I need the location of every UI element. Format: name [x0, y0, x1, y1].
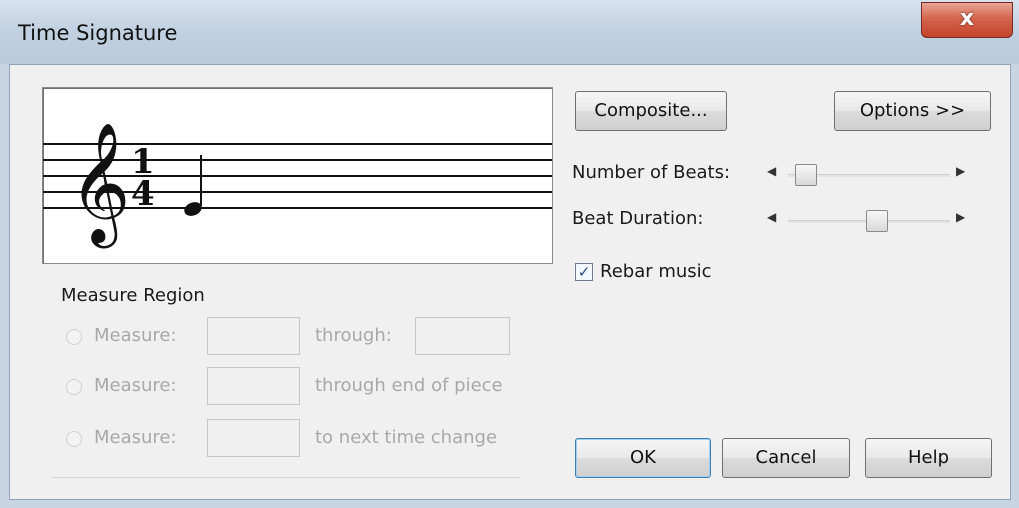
measure-suffix-1: through: [315, 325, 392, 346]
window-title: Time Signature [18, 21, 178, 45]
ok-button-label: OK [630, 447, 656, 468]
close-button[interactable]: x [921, 2, 1013, 38]
title-bar: Time Signature x [0, 0, 1019, 64]
measure-region-title: Measure Region [61, 285, 205, 306]
rebar-music-checkbox[interactable]: ✓ [575, 263, 593, 281]
measure-radio-3[interactable] [66, 431, 82, 447]
dialog-body: 𝄞 1 4 Composite... Options >> Number of … [9, 64, 1011, 500]
time-signature-preview: 𝄞 1 4 [42, 87, 553, 264]
cancel-button-label: Cancel [755, 447, 817, 468]
quarter-note-icon [184, 155, 202, 216]
composite-button-label: Composite... [594, 100, 708, 121]
duration-slider-thumb[interactable] [866, 210, 888, 232]
options-button[interactable]: Options >> [834, 91, 991, 131]
beat-duration-label: Beat Duration: [572, 208, 704, 229]
treble-clef-icon: 𝄞 [69, 121, 130, 248]
measure-label-2: Measure: [94, 375, 177, 396]
measure-radio-1[interactable] [66, 329, 82, 345]
ok-button[interactable]: OK [575, 438, 711, 478]
measure-region-separator [52, 477, 520, 478]
cancel-button[interactable]: Cancel [722, 438, 850, 478]
rebar-music-label[interactable]: Rebar music [600, 261, 712, 282]
measure-radio-2[interactable] [66, 379, 82, 395]
options-button-label: Options >> [859, 100, 966, 121]
measure-label-3: Measure: [94, 427, 177, 448]
measure-from-field-2[interactable] [207, 367, 300, 405]
measure-suffix-3: to next time change [315, 427, 498, 448]
help-button[interactable]: Help [865, 438, 992, 478]
measure-from-field-3[interactable] [207, 419, 300, 457]
duration-left-arrow-icon[interactable]: ◀ [767, 210, 776, 224]
measure-suffix-2: through end of piece [315, 375, 503, 396]
duration-right-arrow-icon[interactable]: ▶ [956, 210, 965, 224]
staff-svg: 𝄞 1 4 [43, 121, 552, 248]
measure-label-1: Measure: [94, 325, 177, 346]
help-button-label: Help [907, 447, 950, 468]
close-icon: x [959, 6, 975, 31]
measure-through-field[interactable] [415, 317, 510, 355]
number-of-beats-label: Number of Beats: [572, 162, 731, 183]
beats-left-arrow-icon[interactable]: ◀ [767, 164, 776, 178]
beats-slider-thumb[interactable] [795, 164, 817, 186]
time-signature-bottom: 4 [131, 174, 155, 214]
measure-from-field-1[interactable] [207, 317, 300, 355]
composite-button[interactable]: Composite... [575, 91, 727, 131]
beats-right-arrow-icon[interactable]: ▶ [956, 164, 965, 178]
